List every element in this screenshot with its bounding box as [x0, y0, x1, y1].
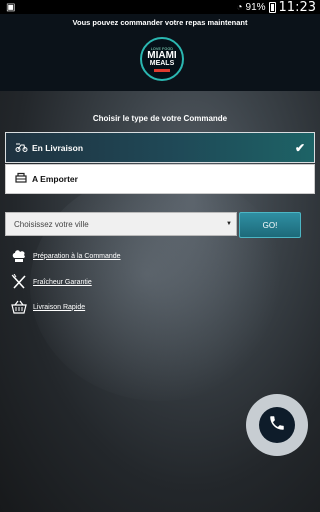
feature-delivery[interactable]: Livraison Rapide: [10, 299, 85, 315]
option-delivery-label: En Livraison: [32, 142, 84, 153]
battery-icon: [268, 2, 276, 13]
phone-icon: [268, 414, 286, 437]
feature-preparation[interactable]: Préparation à la Commande: [10, 248, 121, 264]
dropdown-arrow-icon: ▼: [226, 221, 232, 227]
feature-preparation-label: Préparation à la Commande: [33, 252, 121, 260]
call-button[interactable]: [246, 394, 308, 456]
notification-icon: ▣: [6, 2, 16, 13]
brand-logo: LOVE FOOD MIAMI MEALS: [140, 37, 184, 81]
logo-line1: MIAMI: [147, 49, 177, 61]
status-bar: ▣ ◔ 91% 11:23: [0, 0, 320, 15]
option-takeaway-label: A Emporter: [32, 174, 78, 184]
fork-knife-icon: [10, 274, 28, 290]
checkmark-icon: ✔: [294, 140, 305, 155]
battery-level: 91%: [245, 1, 266, 13]
header-slogan: Vous pouvez commander votre repas mainte…: [72, 18, 248, 27]
logo-accent-bar: [154, 68, 170, 72]
order-type-title: Choisir le type de votre Commande: [92, 114, 228, 123]
city-select[interactable]: Choisissez votre ville ▼: [5, 212, 237, 236]
basket-icon: [10, 299, 28, 315]
takeaway-basket-icon: [14, 172, 28, 186]
wifi-icon: ◔: [236, 1, 243, 13]
call-button-inner: [259, 407, 295, 443]
chef-hat-icon: [10, 248, 28, 264]
feature-delivery-label: Livraison Rapide: [33, 303, 86, 311]
feature-freshness[interactable]: Fraîcheur Garantie: [10, 274, 92, 290]
city-select-value: Choisissez votre ville: [14, 219, 89, 229]
go-button[interactable]: GO!: [239, 212, 301, 238]
feature-freshness-label: Fraîcheur Garantie: [33, 278, 92, 286]
option-delivery[interactable]: En Livraison ✔: [5, 132, 315, 163]
option-takeaway[interactable]: A Emporter: [5, 164, 315, 194]
clock: 11:23: [278, 0, 316, 15]
logo-line2: MEALS: [149, 59, 175, 67]
delivery-scooter-icon: [14, 141, 28, 155]
app-header: Vous pouvez commander votre repas mainte…: [0, 14, 320, 91]
